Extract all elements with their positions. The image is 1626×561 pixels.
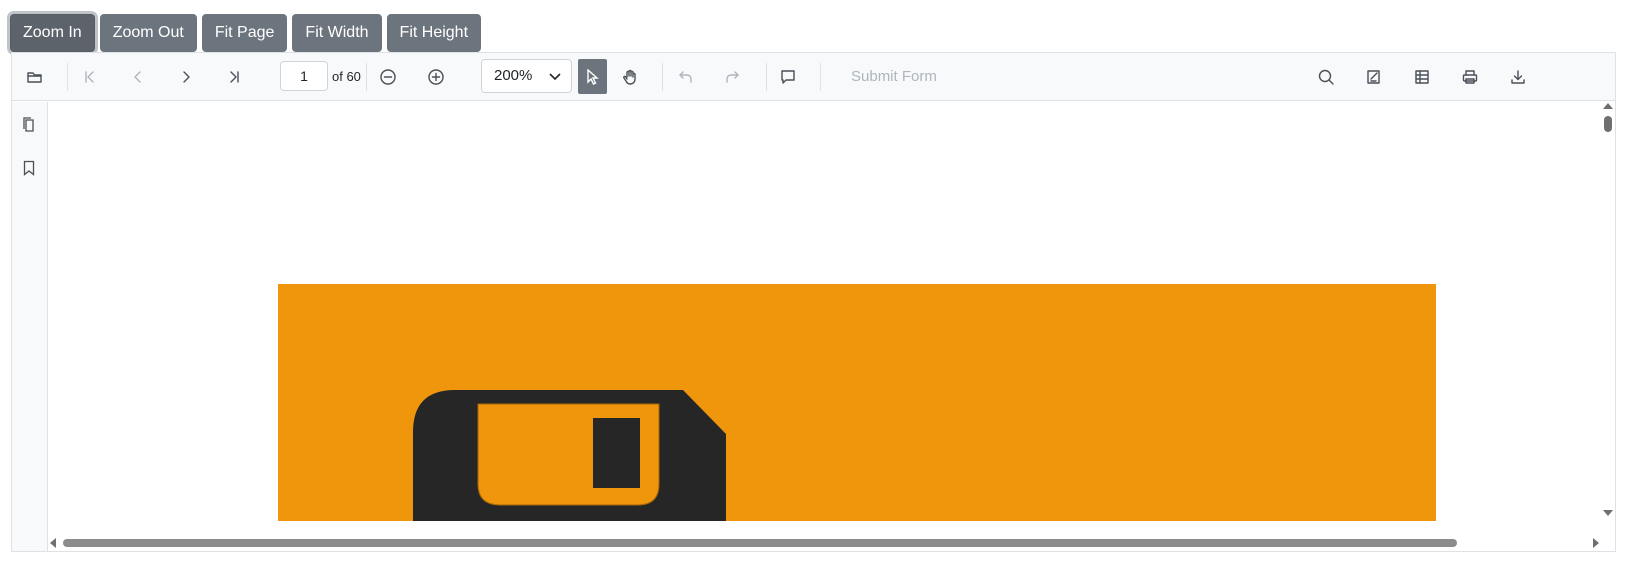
form-designer-icon[interactable]: [1402, 53, 1442, 101]
hand-pan-icon[interactable]: [610, 53, 650, 101]
next-page-icon[interactable]: [166, 53, 206, 101]
current-page-input[interactable]: 1: [280, 61, 328, 91]
scroll-up-arrow-icon[interactable]: [1603, 103, 1613, 109]
scroll-right-arrow-icon[interactable]: [1593, 538, 1599, 548]
zoom-in-button[interactable]: Zoom In: [10, 14, 95, 52]
print-icon[interactable]: [1450, 53, 1490, 101]
viewer-toolbar: 1 of 60 200% Submit Form: [12, 53, 1615, 101]
document-viewport[interactable]: [48, 102, 1547, 521]
download-icon[interactable]: [1498, 53, 1538, 101]
zoom-out-icon[interactable]: [368, 53, 408, 101]
comment-icon[interactable]: [768, 53, 808, 101]
scroll-left-arrow-icon[interactable]: [50, 538, 56, 548]
zoom-controls: Zoom In Zoom Out Fit Page Fit Width Fit …: [10, 14, 482, 52]
redo-icon[interactable]: [713, 53, 753, 101]
floppy-disk-icon: [413, 390, 726, 521]
previous-page-icon[interactable]: [118, 53, 158, 101]
fit-width-button[interactable]: Fit Width: [292, 14, 382, 52]
pdf-page: [278, 284, 1436, 521]
toolbar-divider: [766, 63, 767, 91]
first-page-icon[interactable]: [70, 53, 110, 101]
undo-icon[interactable]: [665, 53, 705, 101]
toolbar-divider: [67, 63, 68, 91]
chevron-down-icon: [547, 68, 563, 84]
text-select-cursor-icon[interactable]: [578, 59, 607, 94]
page-thumbnails-icon[interactable]: [20, 116, 40, 136]
zoom-level-value: 200%: [494, 67, 533, 84]
zoom-out-button[interactable]: Zoom Out: [99, 14, 197, 52]
folder-open-icon[interactable]: [15, 53, 55, 101]
search-icon[interactable]: [1306, 53, 1346, 101]
toolbar-divider: [366, 63, 367, 91]
toolbar-divider: [662, 63, 663, 91]
navigation-sidebar: [12, 102, 48, 551]
vertical-scroll-thumb[interactable]: [1604, 116, 1612, 132]
zoom-level-dropdown[interactable]: 200%: [481, 59, 572, 93]
toolbar-divider: [820, 63, 821, 91]
total-pages-label: of 60: [332, 69, 361, 84]
vertical-scrollbar[interactable]: [1599, 101, 1615, 520]
fit-page-button[interactable]: Fit Page: [201, 14, 288, 52]
bookmark-icon[interactable]: [20, 159, 40, 179]
pdf-viewer: 1 of 60 200% Submit Form: [11, 52, 1616, 552]
fit-height-button[interactable]: Fit Height: [386, 14, 482, 52]
zoom-in-icon[interactable]: [416, 53, 456, 101]
submit-form-button[interactable]: Submit Form: [851, 53, 937, 101]
scroll-down-arrow-icon[interactable]: [1603, 510, 1613, 516]
horizontal-scrollbar[interactable]: [48, 535, 1601, 551]
edit-annotation-icon[interactable]: [1354, 53, 1394, 101]
last-page-icon[interactable]: [214, 53, 254, 101]
horizontal-scroll-thumb[interactable]: [63, 539, 1457, 547]
